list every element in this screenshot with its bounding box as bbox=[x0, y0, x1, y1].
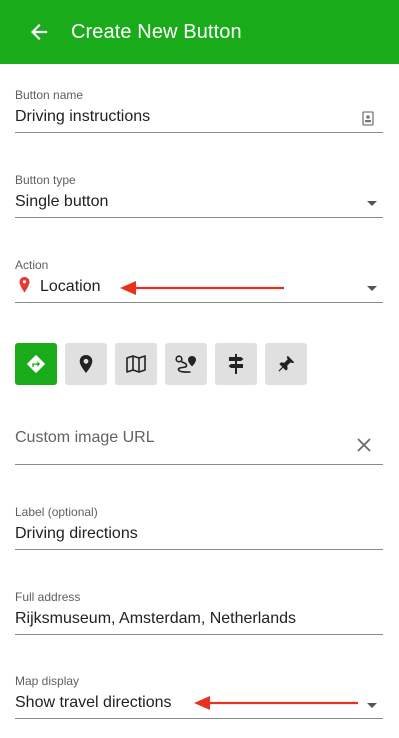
label-input[interactable]: Driving directions bbox=[15, 524, 138, 544]
button-name-label: Button name bbox=[15, 88, 84, 102]
button-name-input[interactable]: Driving instructions bbox=[15, 107, 150, 127]
contact-card-icon[interactable] bbox=[362, 111, 374, 131]
icon-picker bbox=[15, 343, 307, 385]
button-name-field[interactable]: Button name Driving instructions bbox=[15, 86, 383, 133]
annotation-arrow-icon bbox=[120, 281, 284, 295]
signpost-icon[interactable] bbox=[215, 343, 257, 385]
address-label: Full address bbox=[15, 590, 81, 604]
close-icon[interactable] bbox=[357, 438, 371, 457]
button-type-select[interactable]: Button type Single button bbox=[15, 171, 383, 218]
directions-icon[interactable] bbox=[15, 343, 57, 385]
action-label: Action bbox=[15, 258, 49, 272]
location-pin-icon[interactable] bbox=[65, 343, 107, 385]
label-field[interactable]: Label (optional) Driving directions bbox=[15, 503, 383, 550]
action-value: Location bbox=[40, 278, 101, 295]
annotation-arrow-icon bbox=[194, 696, 358, 710]
custom-image-url-input[interactable]: Custom image URL bbox=[15, 428, 155, 448]
map-display-label: Map display bbox=[15, 674, 80, 688]
map-icon[interactable] bbox=[115, 343, 157, 385]
button-type-label: Button type bbox=[15, 173, 76, 187]
map-display-value: Show travel directions bbox=[15, 694, 172, 711]
custom-image-url-field[interactable]: Custom image URL bbox=[15, 420, 383, 465]
label-field-label: Label (optional) bbox=[15, 505, 98, 519]
route-icon[interactable] bbox=[165, 343, 207, 385]
chevron-down-icon[interactable] bbox=[367, 703, 377, 708]
app-bar: Create New Button bbox=[0, 0, 399, 64]
address-input[interactable]: Rijksmuseum, Amsterdam, Netherlands bbox=[15, 609, 296, 629]
push-pin-icon[interactable] bbox=[265, 343, 307, 385]
address-field[interactable]: Full address Rijksmuseum, Amsterdam, Net… bbox=[15, 588, 383, 635]
page-title: Create New Button bbox=[71, 21, 242, 43]
back-arrow-icon[interactable] bbox=[27, 20, 51, 44]
chevron-down-icon[interactable] bbox=[367, 286, 377, 291]
chevron-down-icon[interactable] bbox=[367, 201, 377, 206]
pin-icon bbox=[18, 276, 31, 299]
button-type-value: Single button bbox=[15, 193, 109, 210]
